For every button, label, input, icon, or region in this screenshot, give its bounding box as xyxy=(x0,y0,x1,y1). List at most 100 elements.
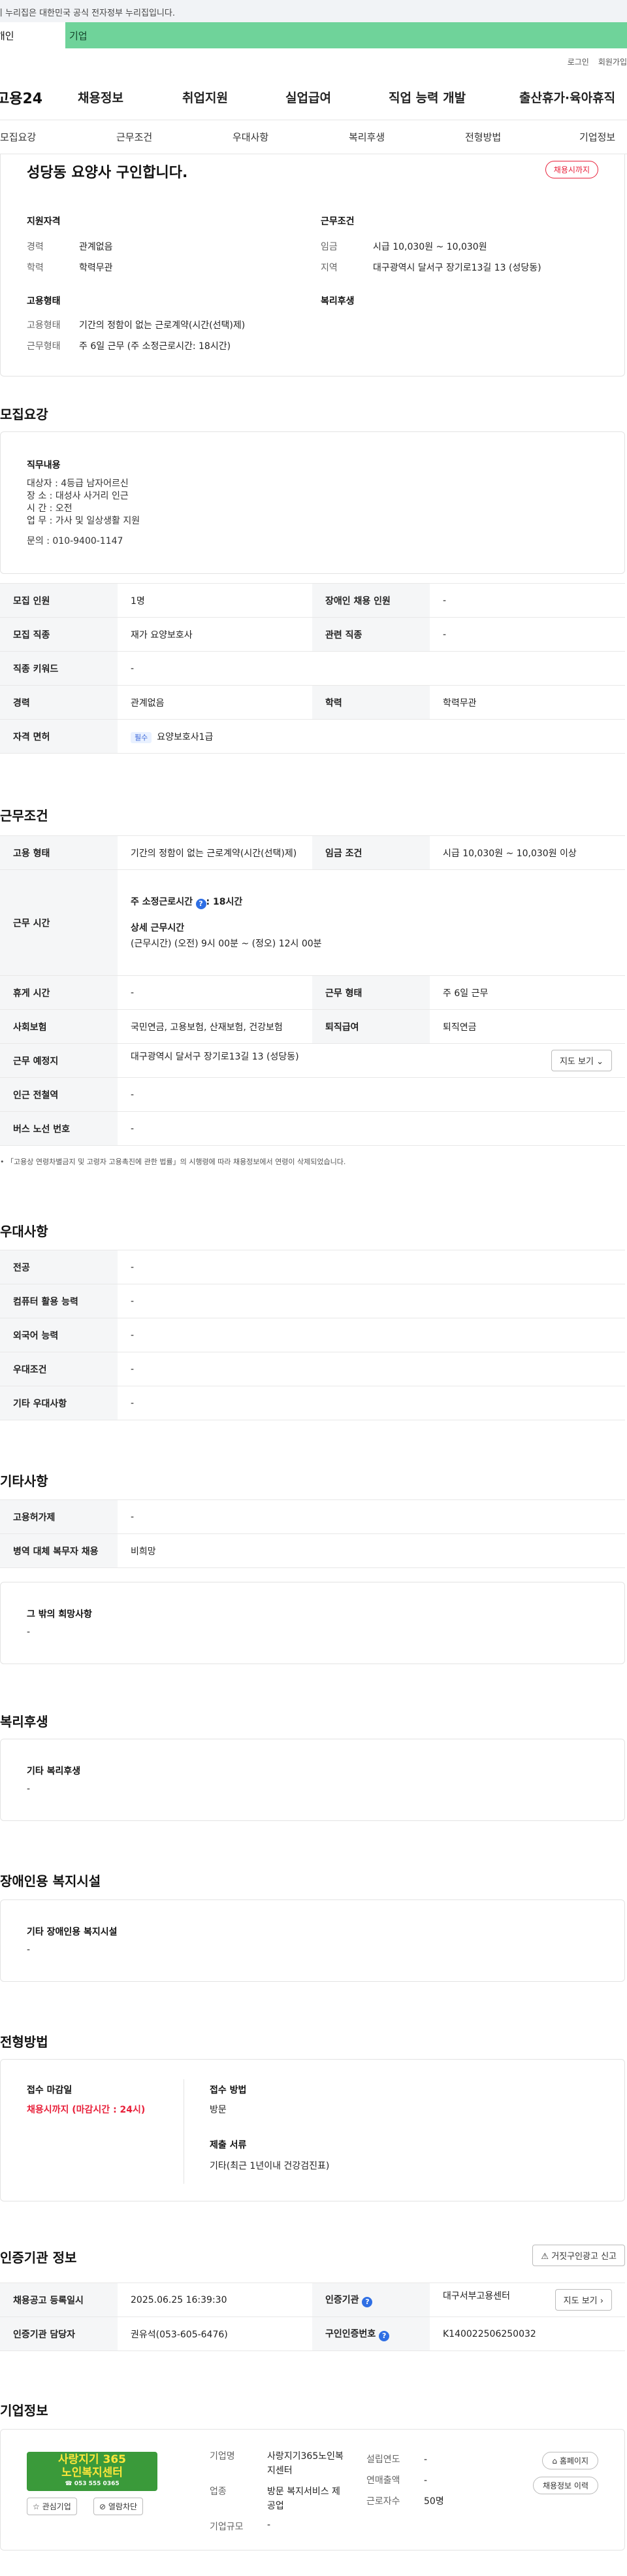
login-link[interactable]: 로그인 xyxy=(568,56,589,67)
table-header-cell: 근무 시간 xyxy=(0,869,118,976)
founded-value: - xyxy=(424,2454,428,2465)
pref-table: 전공 - 컴퓨터 활용 능력 - 외국어 능력 - 우대조건 - 기타 우대사항 - xyxy=(0,1250,625,1420)
table-header-cell: 근무 예정지 xyxy=(0,1043,118,1078)
field-label: 근로자수 xyxy=(366,2496,400,2507)
map-view-button[interactable]: 지도 보기 ⌄ xyxy=(551,1050,612,1071)
section-nav: 모집요강 근무조건 우대사항 복리후생 전형방법 기업정보 xyxy=(0,120,627,154)
agency-table-wrap: 채용공고 등록일시 2025.06.25 16:39:30 인증기관 ? 대구서… xyxy=(0,2283,625,2351)
agency-value: 대구서부고용센터 xyxy=(443,2291,511,2301)
section-nav-work[interactable]: 근무조건 xyxy=(116,130,233,144)
table-row: 경력 관계없음 학력 학력무관 xyxy=(0,685,625,720)
false-ad-report-button[interactable]: ⚠ 거짓구인광고 신고 xyxy=(532,2245,625,2266)
job-title: 성당동 요양사 구인합니다. xyxy=(27,165,188,181)
employment-type-title: 고용형태 xyxy=(27,296,61,307)
help-icon[interactable]: ? xyxy=(379,2330,390,2341)
section-nav-screening[interactable]: 전형방법 xyxy=(465,130,579,144)
utility-links: 로그인 회원가입 xyxy=(0,48,627,75)
status-badge: 채용시까지 xyxy=(545,161,598,178)
weekly-hours-label: 주 소정근로시간 xyxy=(131,896,193,907)
company-name-value: 사랑지기365노인복지센터 xyxy=(267,2451,344,2476)
welfare-value: - xyxy=(27,1784,31,1794)
etc-wish-label: 그 밖의 희망사항 xyxy=(27,1609,92,1620)
table-header-cell: 자격 면허 xyxy=(0,719,118,754)
employment-type-list: 고용형태 기간의 정함이 없는 근로계약(시간(선택)제) 근무형태 주 6일 근무… xyxy=(27,315,245,357)
tab-company-label: 기업 xyxy=(69,30,88,42)
section-nav-company[interactable]: 기업정보 xyxy=(579,130,627,144)
favorite-label: 관심기업 xyxy=(42,2502,71,2511)
section-nav-welfare[interactable]: 복리후생 xyxy=(349,130,465,144)
docs-value: 기타(최근 1년이내 건강검진표) xyxy=(210,2161,330,2171)
table-row: 컴퓨터 활용 능력 - xyxy=(0,1284,625,1318)
docs-label: 제출 서류 xyxy=(210,2140,247,2150)
company-section-title: 기업정보 xyxy=(0,2403,48,2418)
table-cell: 주 6일 근무 xyxy=(430,975,625,1010)
disabled-section-title: 장애인용 복지시설 xyxy=(0,1873,101,1889)
tab-company[interactable]: 기업 xyxy=(65,22,627,48)
signup-link[interactable]: 회원가입 xyxy=(598,56,627,67)
row-value: 시급 10,030원 ~ 10,030원 xyxy=(373,242,487,252)
favorite-company-button[interactable]: ☆ 관심기업 xyxy=(27,2498,77,2515)
company-logo: 사랑지기 365 노인복지센터 ☎ 053 555 0365 xyxy=(27,2452,157,2491)
work-section-title: 근무조건 xyxy=(0,808,48,824)
table-header-cell: 전공 xyxy=(0,1250,118,1284)
recruit-table: 모집 인원 1명 장애인 채용 인원 - 모집 직종 재가 요양보호사 관련 직… xyxy=(0,583,625,754)
tab-personal[interactable]: 개인 xyxy=(0,22,65,48)
company-logo-line2: 노인복지센터 xyxy=(61,2466,123,2479)
work-table: 고용 형태 기간의 정함이 없는 근로계약(시간(선택)제) 임금 조건 시급 … xyxy=(0,835,625,1146)
table-header-cell: 기타 우대사항 xyxy=(0,1386,118,1420)
revenue-value: - xyxy=(424,2475,428,2486)
site-logo[interactable]: 고용24 xyxy=(0,87,78,108)
recruit-table-wrap: 모집 인원 1명 장애인 채용 인원 - 모집 직종 재가 요양보호사 관련 직… xyxy=(0,583,625,754)
homepage-label: 홈페이지 xyxy=(559,2456,588,2466)
gnb-item-jobs[interactable]: 채용정보 xyxy=(78,88,182,106)
gnb-item-unemployment-benefit[interactable]: 실업급여 xyxy=(285,88,389,106)
table-cell: 학력무관 xyxy=(430,685,625,720)
row-value: 학력무관 xyxy=(79,263,113,273)
section-nav-pref[interactable]: 우대사항 xyxy=(233,130,349,144)
row-label: 근무형태 xyxy=(27,341,61,352)
work-condition-title: 근무조건 xyxy=(321,216,355,227)
table-cell: - xyxy=(118,1284,625,1318)
job-history-button[interactable]: 채용정보 이력 xyxy=(532,2477,598,2494)
table-header-cell: 외국어 능력 xyxy=(0,1318,118,1352)
table-row: 고용 형태 기간의 정함이 없는 근로계약(시간(선택)제) 임금 조건 시급 … xyxy=(0,835,625,870)
row-value: 주 6일 근무 (주 소정근로시간: 18시간) xyxy=(79,341,231,352)
table-row: 휴게 시간 - 근무 형태 주 6일 근무 xyxy=(0,975,625,1010)
section-nav-recruit[interactable]: 모집요강 xyxy=(0,130,116,144)
etc-section-title: 기타사항 xyxy=(0,1473,48,1489)
help-icon[interactable]: ? xyxy=(362,2296,373,2307)
star-icon: ☆ xyxy=(33,2502,40,2511)
map-view-label: 지도 보기 xyxy=(559,1057,594,1067)
table-header-cell: 우대조건 xyxy=(0,1352,118,1386)
gnb-item-employment-support[interactable]: 취업지원 xyxy=(182,88,285,106)
etc-table: 고용허가제 - 병역 대체 복무자 채용 비희망 xyxy=(0,1499,625,1568)
table-header-cell: 경력 xyxy=(0,685,118,720)
row-label: 학력 xyxy=(27,263,44,273)
table-cell: 대구서부고용센터 지도 보기 › xyxy=(430,2283,625,2317)
table-header-cell: 채용공고 등록일시 xyxy=(0,2283,118,2317)
detail-hours-label: 상세 근무시간 xyxy=(131,922,185,933)
block-view-button[interactable]: ⊘ 열람차단 xyxy=(93,2498,144,2515)
table-cell: - xyxy=(118,975,312,1010)
license-value: 요양보호사1급 xyxy=(157,731,214,743)
table-cell: K140022506250032 xyxy=(430,2317,625,2351)
job-summary-card: 성당동 요양사 구인합니다. 채용시까지 지원자격 경력 관계없음 학력 학력무관 … xyxy=(0,154,625,376)
row-value: 기간의 정함이 없는 근로계약(시간(선택)제) xyxy=(79,320,246,331)
table-header-cell: 퇴직급여 xyxy=(312,1009,430,1044)
row-label: 경력 xyxy=(27,242,44,252)
table-cell: - xyxy=(118,651,625,686)
table-row: 고용허가제 - xyxy=(0,1499,625,1534)
table-header-cell: 고용 형태 xyxy=(0,835,118,870)
work-condition-list: 임금 시급 10,030원 ~ 10,030원 지역 대구광역시 달서구 장기로13… xyxy=(321,237,541,278)
table-header-cell: 인근 전철역 xyxy=(0,1077,118,1112)
pref-section-title: 우대사항 xyxy=(0,1224,48,1239)
table-cell: 필수 요양보호사1급 xyxy=(118,719,625,754)
welfare-box: 기타 복리후생 - xyxy=(0,1739,625,1821)
agency-map-button[interactable]: 지도 보기 › xyxy=(555,2289,612,2311)
table-header-cell: 인증기관 ? xyxy=(312,2283,430,2317)
gnb-item-parental-leave[interactable]: 출산휴가·육아휴직 xyxy=(519,88,624,106)
company-fields-right: 설립연도 - 연매출액 - 근로자수 50명 xyxy=(366,2449,444,2512)
gnb-item-vocational-training[interactable]: 직업 능력 개발 xyxy=(389,88,519,106)
help-icon[interactable]: ? xyxy=(195,898,206,909)
homepage-button[interactable]: ⌂ 홈페이지 xyxy=(542,2452,598,2469)
